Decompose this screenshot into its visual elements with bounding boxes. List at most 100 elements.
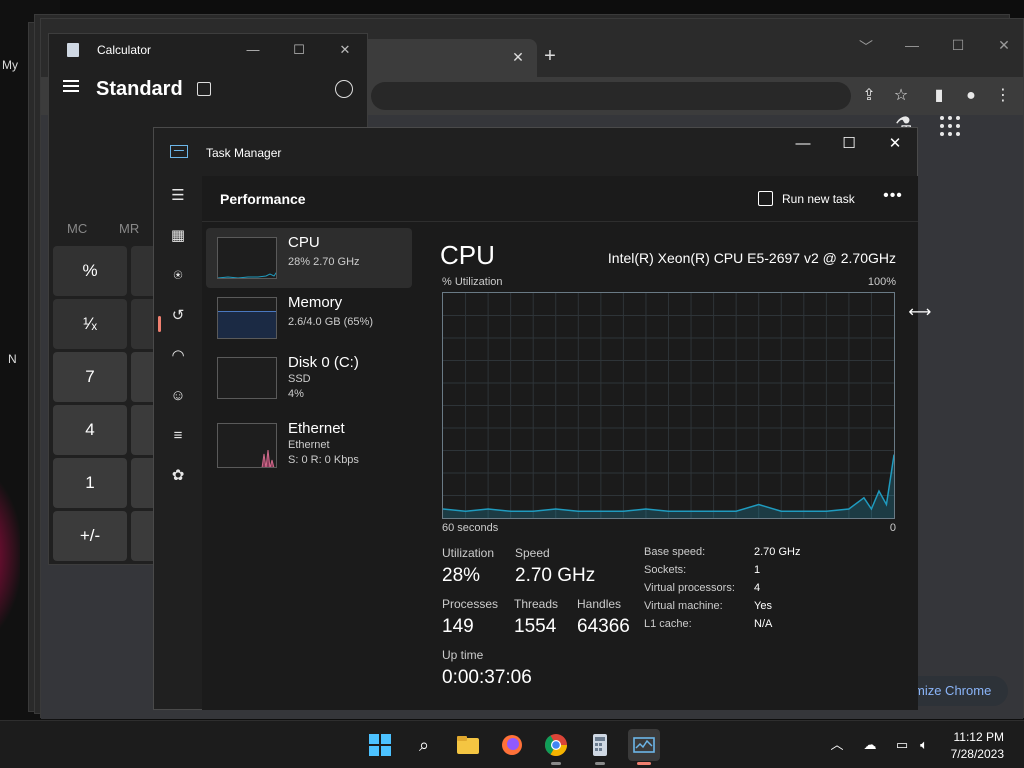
percent-key[interactable]: % (53, 246, 127, 296)
app-history-nav-icon[interactable]: ↺ (166, 304, 190, 328)
resource-item-cpu[interactable]: CPU 28% 2.70 GHz (206, 228, 412, 288)
utilization-label: Utilization (442, 546, 495, 560)
graph-max-label: 100% (867, 276, 896, 288)
task-manager-taskbar-icon[interactable] (628, 729, 660, 765)
address-bar[interactable] (371, 82, 851, 110)
hamburger-menu-icon[interactable]: ☰ (166, 184, 190, 208)
memory-recall-button[interactable]: MR (119, 221, 139, 236)
resource-list: CPU 28% 2.70 GHz Memory 2.6/4.0 GB (65%)… (206, 228, 412, 488)
cpu-model-name: Intel(R) Xeon(R) CPU E5-2697 v2 @ 2.70GH… (607, 250, 896, 266)
spec-value: N/A (754, 618, 773, 630)
firefox-icon[interactable] (496, 729, 528, 761)
resource-item-memory[interactable]: Memory 2.6/4.0 GB (65%) (206, 288, 412, 348)
calculator-titlebar[interactable]: Calculator — ☐ ✕ (49, 34, 367, 66)
resource-item-ethernet[interactable]: Ethernet Ethernet S: 0 R: 0 Kbps (206, 414, 412, 474)
details-nav-icon[interactable]: ≡ (166, 424, 190, 448)
share-icon[interactable]: ⇪ (857, 84, 881, 108)
resource-name: Disk 0 (C:) (288, 354, 359, 371)
tray-overflow-chevron-icon[interactable]: ︿ (828, 735, 846, 755)
cpu-heading: CPU (440, 240, 495, 270)
spec-label: Virtual processors: (644, 582, 735, 594)
cpu-utilization-point (863, 497, 865, 499)
cpu-utilization-point (690, 510, 692, 512)
resource-detail: 2.6/4.0 GB (65%) (288, 316, 373, 328)
cpu-utilization-point (878, 490, 880, 492)
resource-detail: S: 0 R: 0 Kbps (288, 454, 359, 466)
file-explorer-icon[interactable] (452, 729, 484, 761)
desktop-icon-label[interactable]: My (2, 58, 18, 72)
search-icon[interactable]: ⌕ (408, 729, 440, 761)
chrome-maximize-button[interactable]: ☐ (935, 37, 981, 57)
processes-nav-icon[interactable]: ▦ (166, 224, 190, 248)
clock-date[interactable]: 7/28/2023 (951, 747, 1004, 761)
services-nav-icon[interactable]: ✿ (166, 464, 190, 488)
cpu-utilization-point (825, 510, 827, 512)
more-options-icon[interactable]: ••• (882, 188, 904, 210)
volume-icon[interactable]: 🔈︎ (914, 735, 934, 755)
speed-value: 2.70 GHz (515, 565, 596, 586)
task-manager-titlebar[interactable]: Task Manager — ☐ ✕ (154, 128, 917, 176)
history-icon[interactable] (335, 80, 353, 98)
profile-avatar-icon[interactable]: ● (959, 84, 983, 108)
resource-name: Ethernet (288, 420, 345, 437)
tm-close-button[interactable]: ✕ (880, 134, 910, 154)
desktop-icon-label[interactable]: N (8, 352, 17, 366)
processes-value: 149 (442, 616, 474, 637)
spec-value: 4 (754, 582, 761, 594)
spec-label: Virtual machine: (644, 600, 723, 612)
calculator-maximize-button[interactable]: ☐ (289, 40, 309, 60)
bookmark-star-icon[interactable]: ☆ (889, 84, 913, 108)
chrome-tab[interactable]: ✕ (341, 39, 537, 77)
side-panel-icon[interactable]: ▮ (927, 84, 951, 108)
run-new-task-button[interactable]: Run new task (758, 188, 855, 210)
chrome-menu-icon[interactable]: ⋮ (991, 84, 1015, 108)
tm-maximize-button[interactable]: ☐ (834, 134, 864, 154)
cpu-utilization-point (577, 510, 579, 512)
google-apps-icon[interactable] (938, 112, 966, 140)
network-icon[interactable]: ▭ (892, 735, 912, 755)
digit-1-key[interactable]: 1 (53, 458, 127, 508)
cpu-utilization-point (780, 510, 782, 512)
task-manager-nav: ☰ ▦ ⍟ ↺ ◠ ☺ ≡ ✿ ⚙ (154, 176, 202, 742)
handles-value: 64366 (577, 616, 630, 637)
performance-nav-icon[interactable]: ⍟ (166, 264, 190, 288)
spec-value: 1 (754, 564, 761, 576)
calculator-app-icon (67, 43, 79, 57)
new-tab-button[interactable]: + (539, 45, 561, 67)
threads-label: Threads (514, 597, 559, 611)
cpu-utilization-point (735, 510, 737, 512)
cpu-utilization-point (645, 508, 647, 510)
calculator-taskbar-icon[interactable] (584, 729, 616, 765)
task-manager-title: Task Manager (206, 146, 282, 160)
digit-4-key[interactable]: 4 (53, 405, 127, 455)
chrome-icon[interactable] (540, 729, 572, 765)
users-nav-icon[interactable]: ☺ (166, 384, 190, 408)
graph-min-label: 0 (889, 522, 896, 534)
tab-search-icon[interactable]: ﹀ (843, 37, 889, 57)
calculator-close-button[interactable]: ✕ (335, 40, 355, 60)
spec-value: 2.70 GHz (754, 546, 801, 558)
calculator-menu-icon[interactable] (63, 80, 81, 94)
onedrive-offline-icon[interactable]: ☁ (860, 735, 880, 755)
clock-time[interactable]: 11:12 PM (954, 730, 1004, 744)
cpu-utilization-point (870, 508, 873, 510)
resource-detail: 4% (288, 388, 304, 400)
negate-key[interactable]: +/- (53, 511, 127, 561)
cpu-utilization-point (848, 508, 850, 510)
memory-clear-button[interactable]: MC (67, 221, 87, 236)
resource-item-disk[interactable]: Disk 0 (C:) SSD 4% (206, 348, 412, 408)
threads-value: 1554 (514, 616, 557, 637)
graph-ylabel: % Utilization (442, 276, 503, 288)
keep-on-top-icon[interactable] (197, 82, 211, 96)
chrome-close-button[interactable]: ✕ (981, 37, 1024, 57)
calculator-minimize-button[interactable]: — (243, 40, 263, 60)
processes-label: Processes (442, 597, 499, 611)
digit-7-key[interactable]: 7 (53, 352, 127, 402)
resource-detail: 28% 2.70 GHz (288, 256, 360, 268)
startup-apps-nav-icon[interactable]: ◠ (166, 344, 190, 368)
tm-minimize-button[interactable]: — (788, 134, 818, 154)
chrome-minimize-button[interactable]: — (889, 37, 935, 57)
start-button[interactable] (364, 729, 396, 761)
reciprocal-key[interactable]: ¹⁄ₓ (53, 299, 127, 349)
tab-close-icon[interactable]: ✕ (509, 48, 527, 66)
